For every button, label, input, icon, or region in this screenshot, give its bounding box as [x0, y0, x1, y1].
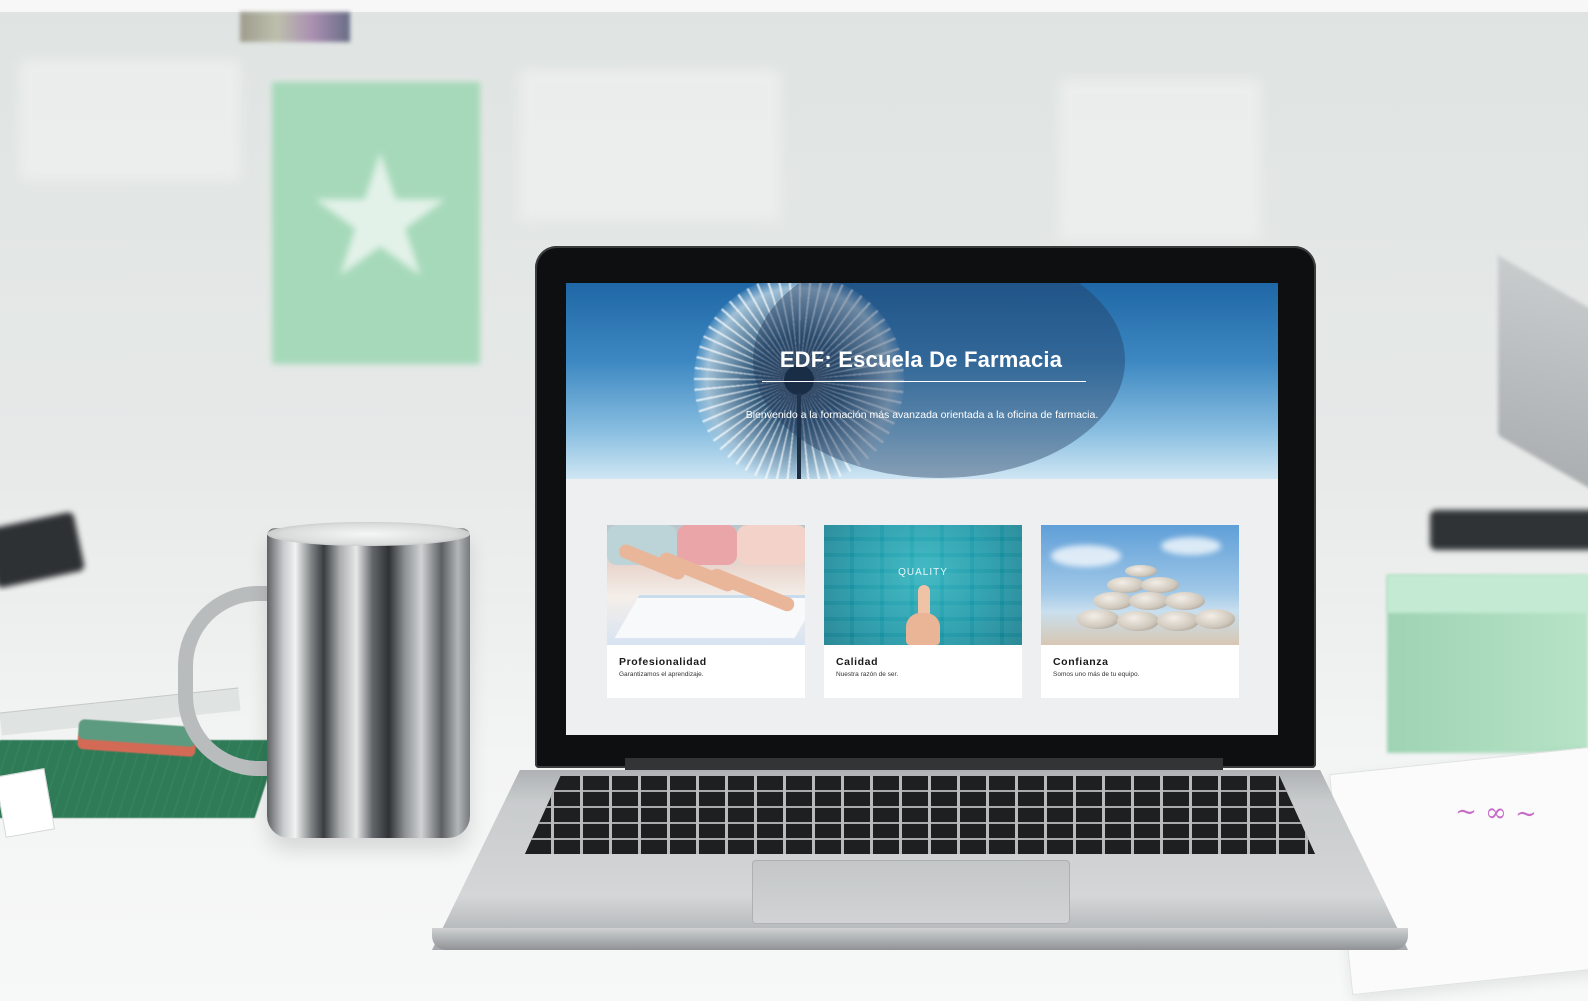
card-description: Somos uno más de tu equipo.	[1053, 671, 1140, 678]
metal-mug	[267, 528, 470, 838]
wall-paper	[520, 70, 780, 220]
laptop-trackpad	[752, 860, 1070, 924]
mint-star-flag: ★	[272, 82, 480, 364]
stone	[1129, 592, 1169, 610]
hand	[906, 613, 940, 645]
stone	[1093, 592, 1133, 610]
hero-title: EDF: Escuela De Farmacia	[779, 347, 1063, 372]
stone	[1125, 565, 1157, 577]
quality-image-text: QUALITY	[898, 567, 948, 578]
stone	[1195, 609, 1235, 629]
card-title: Profesionalidad	[619, 656, 707, 668]
hero-banner: EDF: Escuela De Farmacia Bienvenido a la…	[566, 283, 1278, 479]
wall-paper	[1060, 80, 1260, 240]
laptop-screen: EDF: Escuela De Farmacia Bienvenido a la…	[566, 283, 1278, 735]
stone	[1117, 611, 1159, 631]
card-title: Calidad	[836, 656, 879, 668]
stone	[1157, 611, 1199, 631]
stone	[1165, 592, 1205, 610]
wall-top-band	[0, 0, 1588, 12]
stone	[1107, 577, 1145, 593]
laptop-front-edge	[432, 928, 1408, 950]
card-profesionalidad[interactable]: Profesionalidad Garantizamos el aprendiz…	[607, 525, 805, 698]
stone	[1141, 577, 1179, 593]
stone	[1077, 609, 1119, 629]
blurred-keyboard	[1430, 510, 1588, 550]
cloud	[1051, 545, 1121, 567]
card-confianza[interactable]: Confianza Somos uno más de tu equipo.	[1041, 525, 1239, 698]
blurred-laptop	[1498, 255, 1588, 505]
shirt	[677, 525, 737, 565]
hero-divider	[762, 381, 1086, 382]
laptop-keyboard	[525, 776, 1315, 854]
hero-subtitle: Bienvenido a la formación más avanzada o…	[745, 409, 1099, 421]
stacked-stones-image	[1041, 525, 1239, 645]
students-writing-image	[607, 525, 805, 645]
blurred-shelf-object	[240, 12, 350, 42]
wall-paper	[20, 60, 240, 180]
shirt	[737, 525, 805, 565]
card-description: Nuestra razón de ser.	[836, 671, 899, 678]
cloud	[1161, 537, 1221, 555]
green-box-top	[1387, 575, 1588, 613]
mug-rim	[267, 522, 470, 546]
card-title: Confianza	[1053, 656, 1109, 668]
quality-image: QUALITY	[824, 525, 1022, 645]
card-description: Garantizamos el aprendizaje.	[619, 671, 704, 678]
blurred-keyboard-left	[0, 511, 86, 589]
card-calidad[interactable]: QUALITY Calidad Nuestra razón de ser.	[824, 525, 1022, 698]
